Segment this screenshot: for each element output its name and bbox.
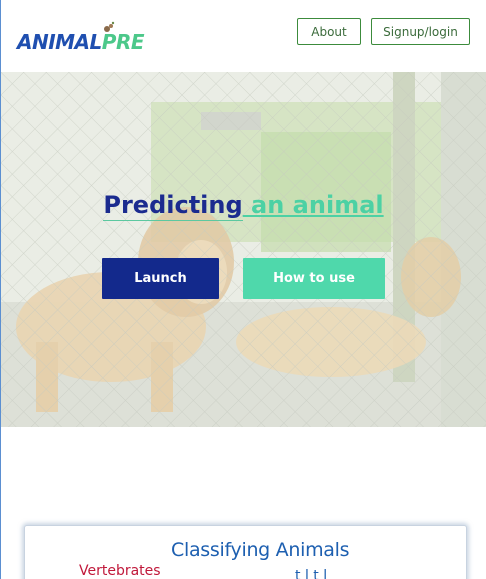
- signup-login-button[interactable]: Signup/login: [371, 18, 470, 45]
- classifying-animals-card: Classifying Animals Vertebrates t l t l: [24, 525, 467, 579]
- hero-section: Predicting an animal Launch How to use: [1, 72, 486, 427]
- logo-text: ANIMALPRE: [17, 30, 145, 54]
- hero-title-accent: an animal: [242, 191, 384, 219]
- critter-icon: [104, 21, 115, 32]
- site-header: ANIMALPRE About Signup/login: [1, 0, 486, 72]
- hero-title-primary: Predicting: [103, 191, 243, 221]
- how-to-use-button[interactable]: How to use: [243, 258, 385, 299]
- card-title: Classifying Animals: [171, 539, 350, 561]
- hero-background-image: [1, 72, 486, 427]
- about-button[interactable]: About: [297, 18, 361, 45]
- logo[interactable]: ANIMALPRE: [17, 20, 145, 54]
- card-partial-text: t l t l: [295, 568, 328, 579]
- logo-text-animal: ANIMAL: [17, 30, 102, 54]
- card-subtitle: Vertebrates: [79, 563, 161, 579]
- hero-title: Predicting an animal: [1, 190, 486, 221]
- launch-button[interactable]: Launch: [102, 258, 219, 299]
